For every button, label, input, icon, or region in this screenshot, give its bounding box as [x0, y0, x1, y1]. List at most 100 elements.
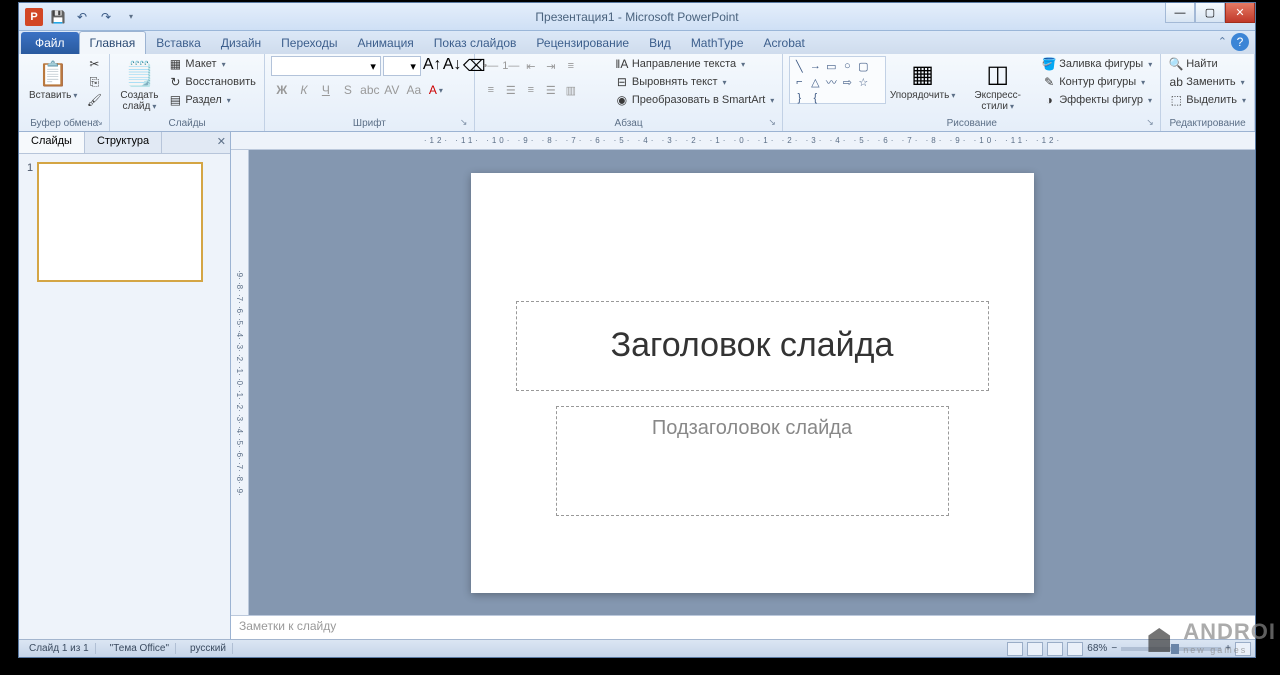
char-spacing-button[interactable]: AV — [381, 80, 403, 100]
tab-animations[interactable]: Анимация — [347, 32, 423, 54]
slide-canvas-area[interactable]: Заголовок слайда Подзаголовок слайда — [231, 150, 1255, 615]
status-language[interactable]: русский — [184, 643, 233, 654]
font-name-combo[interactable]: ▾ — [271, 56, 381, 76]
bullets-button[interactable]: •— — [481, 56, 501, 76]
cut-button[interactable]: ✂ — [85, 56, 103, 72]
section-button[interactable]: ▤Раздел — [166, 92, 257, 108]
side-close-button[interactable]: ✕ — [217, 135, 226, 148]
slide[interactable]: Заголовок слайда Подзаголовок слайда — [471, 173, 1034, 593]
copy-button[interactable]: ⎘ — [85, 74, 103, 90]
find-button[interactable]: 🔍Найти — [1167, 56, 1248, 72]
view-reading-button[interactable] — [1047, 642, 1063, 656]
side-tab-outline[interactable]: Структура — [85, 132, 162, 153]
shape-effects-button[interactable]: ◑Эффекты фигур — [1040, 92, 1154, 108]
quick-styles-button[interactable]: ◫ Экспресс-стили — [959, 56, 1036, 114]
subtitle-placeholder[interactable]: Подзаголовок слайда — [556, 406, 949, 516]
tab-mathtype[interactable]: MathType — [681, 32, 754, 54]
ribbon-collapse-button[interactable]: ⌃ — [1218, 35, 1227, 48]
font-size-combo[interactable]: ▾ — [383, 56, 421, 76]
tab-insert[interactable]: Вставка — [146, 32, 211, 54]
shape-conn[interactable]: ⌐ — [792, 75, 806, 89]
minimize-button[interactable]: — — [1165, 3, 1195, 23]
text-direction-button[interactable]: ‖AНаправление текста — [613, 56, 776, 72]
tab-acrobat[interactable]: Acrobat — [754, 32, 815, 54]
view-normal-button[interactable] — [1007, 642, 1023, 656]
status-slide-info[interactable]: Слайд 1 из 1 — [23, 643, 96, 654]
font-launcher[interactable]: ↘ — [460, 117, 472, 129]
view-slideshow-button[interactable] — [1067, 642, 1083, 656]
shape-outline-button[interactable]: ✎Контур фигуры — [1040, 74, 1154, 90]
shape-curve[interactable]: 〰 — [824, 75, 838, 89]
help-button[interactable]: ? — [1231, 33, 1249, 51]
shape-star[interactable]: ☆ — [856, 75, 870, 89]
shapes-gallery[interactable]: ╲ → ▭ ○ ▢ ⌐ △ 〰 ⇨ ☆ } { — [789, 56, 886, 104]
bold-button[interactable]: Ж — [271, 80, 293, 100]
line-spacing-button[interactable]: ≡ — [561, 56, 581, 76]
align-left-button[interactable]: ≡ — [481, 80, 501, 100]
shape-line[interactable]: ╲ — [792, 59, 806, 73]
align-text-icon: ⊟ — [615, 75, 629, 89]
grow-font-button[interactable]: A↑ — [423, 56, 441, 76]
reset-button[interactable]: ↻Восстановить — [166, 74, 257, 90]
file-tab[interactable]: Файл — [21, 32, 79, 54]
align-text-button[interactable]: ⊟Выровнять текст — [613, 74, 776, 90]
tab-slideshow[interactable]: Показ слайдов — [424, 32, 527, 54]
vertical-ruler: ·9· ·8· ·7· ·6· ·5· ·4· ·3· ·2· ·1· ·0· … — [231, 150, 249, 615]
status-theme[interactable]: "Тема Office" — [104, 643, 176, 654]
new-slide-button[interactable]: 🗒️ Создать слайд — [116, 56, 162, 114]
layout-button[interactable]: ▦Макет — [166, 56, 257, 72]
tab-transitions[interactable]: Переходы — [271, 32, 347, 54]
app-icon[interactable]: P — [23, 7, 45, 27]
format-painter-button[interactable]: 🖌 — [85, 92, 103, 108]
columns-button[interactable]: ▥ — [561, 80, 581, 100]
replace-button[interactable]: abЗаменить — [1167, 74, 1248, 90]
qat-customize-button[interactable] — [119, 7, 141, 27]
select-button[interactable]: ⬚Выделить — [1167, 92, 1248, 108]
paste-button[interactable]: 📋 Вставить — [25, 56, 81, 103]
side-tab-slides[interactable]: Слайды — [19, 132, 85, 153]
shadow-button[interactable]: abc — [359, 80, 381, 100]
justify-button[interactable]: ☰ — [541, 80, 561, 100]
work-area: Слайды Структура ✕ 1 ·12· ·11· ·10· ·9· … — [19, 132, 1255, 639]
shape-brace2[interactable]: { — [808, 91, 822, 105]
decrease-indent-button[interactable]: ⇤ — [521, 56, 541, 76]
numbering-button[interactable]: 1— — [501, 56, 521, 76]
arrange-button[interactable]: ▦ Упорядочить — [890, 56, 955, 103]
zoom-out-button[interactable]: − — [1111, 643, 1117, 654]
shape-oval[interactable]: ○ — [840, 59, 854, 73]
tab-home[interactable]: Главная — [79, 31, 147, 54]
notes-panel[interactable]: Заметки к слайду — [231, 615, 1255, 639]
italic-button[interactable]: К — [293, 80, 315, 100]
font-color-button[interactable]: A — [425, 80, 447, 100]
maximize-button[interactable]: ▢ — [1195, 3, 1225, 23]
shape-arrow[interactable]: → — [808, 59, 822, 73]
strikethrough-button[interactable]: S — [337, 80, 359, 100]
tab-design[interactable]: Дизайн — [211, 32, 271, 54]
paragraph-launcher[interactable]: ↘ — [768, 117, 780, 129]
shape-tri[interactable]: △ — [808, 75, 822, 89]
qat-redo-button[interactable]: ↷ — [95, 7, 117, 27]
qat-undo-button[interactable]: ↶ — [71, 7, 93, 27]
change-case-button[interactable]: Aa — [403, 80, 425, 100]
drawing-launcher[interactable]: ↘ — [1146, 117, 1158, 129]
shape-rect[interactable]: ▭ — [824, 59, 838, 73]
select-icon: ⬚ — [1169, 93, 1183, 107]
shape-rect2[interactable]: ▢ — [856, 59, 870, 73]
slide-thumbnail[interactable]: 1 — [27, 162, 222, 282]
smartart-button[interactable]: ◉Преобразовать в SmartArt — [613, 92, 776, 108]
close-button[interactable]: ✕ — [1225, 3, 1255, 23]
tab-review[interactable]: Рецензирование — [526, 32, 639, 54]
shrink-font-button[interactable]: A↓ — [443, 56, 461, 76]
align-center-button[interactable]: ☰ — [501, 80, 521, 100]
view-sorter-button[interactable] — [1027, 642, 1043, 656]
qat-save-button[interactable]: 💾 — [47, 7, 69, 27]
shape-fill-button[interactable]: 🪣Заливка фигуры — [1040, 56, 1154, 72]
clipboard-launcher[interactable]: ↘ — [95, 117, 107, 129]
align-right-button[interactable]: ≡ — [521, 80, 541, 100]
shape-arrow2[interactable]: ⇨ — [840, 75, 854, 89]
tab-view[interactable]: Вид — [639, 32, 681, 54]
title-placeholder[interactable]: Заголовок слайда — [516, 301, 989, 391]
increase-indent-button[interactable]: ⇥ — [541, 56, 561, 76]
underline-button[interactable]: Ч — [315, 80, 337, 100]
shape-brace[interactable]: } — [792, 91, 806, 105]
